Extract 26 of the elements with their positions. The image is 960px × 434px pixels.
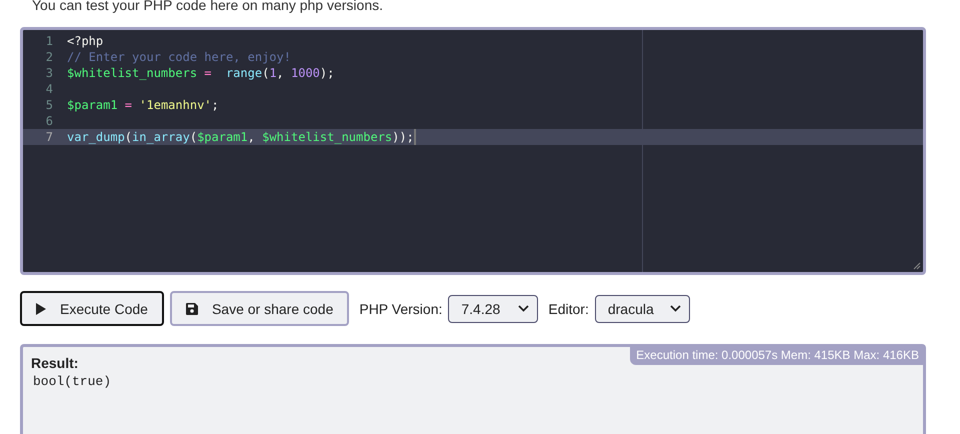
play-icon	[36, 302, 46, 314]
line-number: 2	[44, 49, 54, 65]
line-number: 7	[44, 129, 54, 145]
execution-stats: Execution time: 0.000057s Mem: 415KB Max: 416KB	[630, 347, 923, 365]
editor-label: Editor:	[548, 300, 589, 316]
caret-icon	[670, 305, 681, 312]
line-number: 6	[44, 113, 54, 129]
code-line: <?php	[67, 33, 104, 49]
code-editor[interactable]: 1 <?php 2 // Enter your code here, enjoy! 3 $whitelist_numbers = range(1, 1000); 4 5 $param1 = '1emanhnv'; 6 7 var_dump(in_array($param1, $whitelist_numbers));	[20, 27, 926, 275]
intro-text: You can test your PHP code here on many php versions.	[31, 0, 384, 12]
line-number: 1	[44, 33, 54, 49]
code-line: var_dump(in_array($param1, $whitelist_numbers));	[67, 129, 416, 145]
resize-grip-icon[interactable]	[913, 262, 921, 270]
execute-button[interactable]: Execute Code	[20, 291, 164, 326]
code-line: // Enter your code here, enjoy!	[67, 49, 291, 65]
caret-icon	[518, 305, 530, 312]
version-select[interactable]: 7.4.28	[448, 294, 538, 322]
code-line: $whitelist_numbers = range(1, 1000);	[67, 65, 334, 81]
theme-select[interactable]: dracula	[594, 294, 690, 322]
result-output: bool(true)	[33, 374, 112, 389]
line-number: 5	[44, 97, 54, 113]
code-line: $param1 = '1emanhnv';	[67, 97, 219, 113]
line-number: 3	[44, 65, 54, 81]
version-label: PHP Version:	[359, 300, 442, 316]
line-number: 4	[44, 81, 54, 97]
save-button[interactable]: Save or share code	[170, 291, 350, 326]
